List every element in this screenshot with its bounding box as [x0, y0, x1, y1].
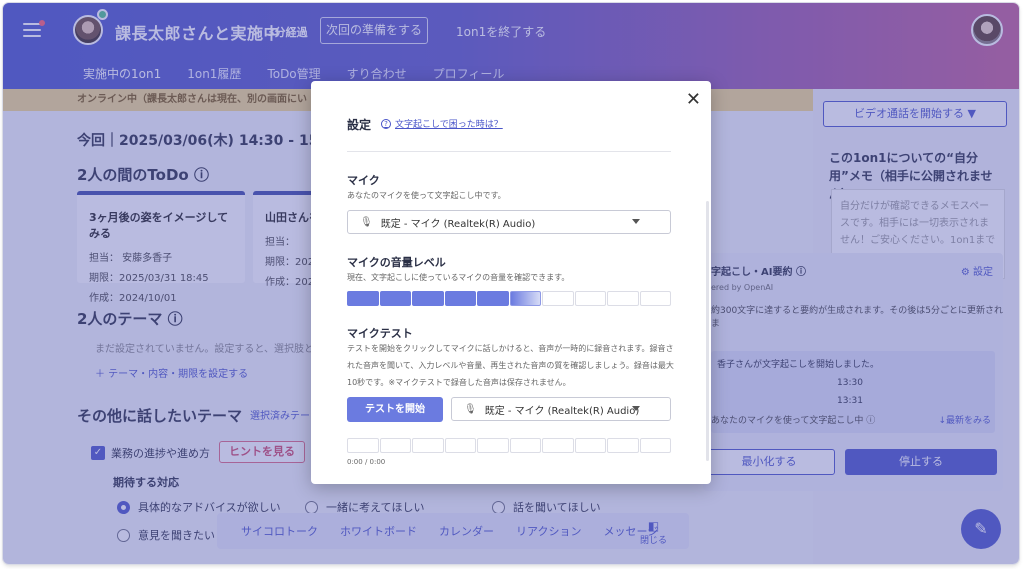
meter-segment	[347, 291, 379, 306]
meter-segment	[477, 438, 509, 453]
modal-scrollbar[interactable]	[706, 201, 709, 461]
playback-meter	[347, 438, 671, 453]
playback-time: 0:00 / 0:00	[347, 458, 386, 466]
meter-segment	[607, 291, 639, 306]
settings-modal: ✕ 設定 ? 文字起こしで困った時は？ マイク あなたのマイクを使って文字起こし…	[311, 81, 711, 484]
mic-select-value: 既定 - マイク (Realtek(R) Audio)	[380, 218, 536, 230]
meter-segment	[477, 291, 509, 306]
level-description: 現在、文字起こしに使っているマイクの音量を確認できます。	[347, 273, 570, 282]
chevron-down-icon	[632, 406, 640, 411]
meter-segment	[639, 438, 671, 453]
start-test-button[interactable]: テストを開始	[347, 397, 443, 422]
mic-description: あなたのマイクを使って文字起こし中です。	[347, 191, 506, 200]
meter-segment	[412, 438, 444, 453]
meter-segment	[639, 291, 671, 306]
meter-segment	[412, 291, 444, 306]
test-description: テストを開始をクリックしてマイクに話しかけると、音声が一時的に録音されます。録音…	[347, 344, 674, 387]
level-label: マイクの音量レベル	[347, 256, 446, 269]
help-link-label: 文字起こしで困った時は？	[395, 120, 503, 130]
meter-segment	[574, 438, 606, 453]
meter-segment	[542, 291, 574, 306]
meter-segment	[379, 291, 411, 306]
microphone-icon: 🎙	[360, 216, 373, 228]
mic-select[interactable]: 🎙 既定 - マイク (Realtek(R) Audio)	[347, 210, 671, 234]
microphone-icon: 🎙	[464, 403, 477, 415]
meter-segment	[509, 291, 541, 306]
meter-segment	[444, 291, 476, 306]
meter-segment	[509, 438, 541, 453]
help-link[interactable]: ? 文字起こしで困った時は？	[381, 117, 503, 130]
meter-segment	[379, 438, 411, 453]
modal-title: 設定	[347, 118, 372, 132]
mic-label: マイク	[347, 174, 380, 187]
test-select-value: 既定 - マイク (Realtek(R) Audio)	[484, 405, 640, 417]
question-icon: ?	[381, 118, 391, 129]
meter-segment	[444, 438, 476, 453]
volume-meter	[347, 291, 671, 306]
close-icon[interactable]: ✕	[686, 89, 701, 110]
chevron-down-icon	[632, 219, 640, 224]
meter-segment	[347, 438, 379, 453]
test-label: マイクテスト	[347, 327, 413, 340]
test-mic-select[interactable]: 🎙 既定 - マイク (Realtek(R) Audio)	[451, 397, 671, 421]
app-window: 課長太郎さんと実施中 3分経過 次回の準備をする 1on1を終了する 実施中の1…	[3, 3, 1019, 564]
meter-segment	[574, 291, 606, 306]
divider	[347, 151, 671, 152]
meter-segment	[607, 438, 639, 453]
meter-segment	[542, 438, 574, 453]
